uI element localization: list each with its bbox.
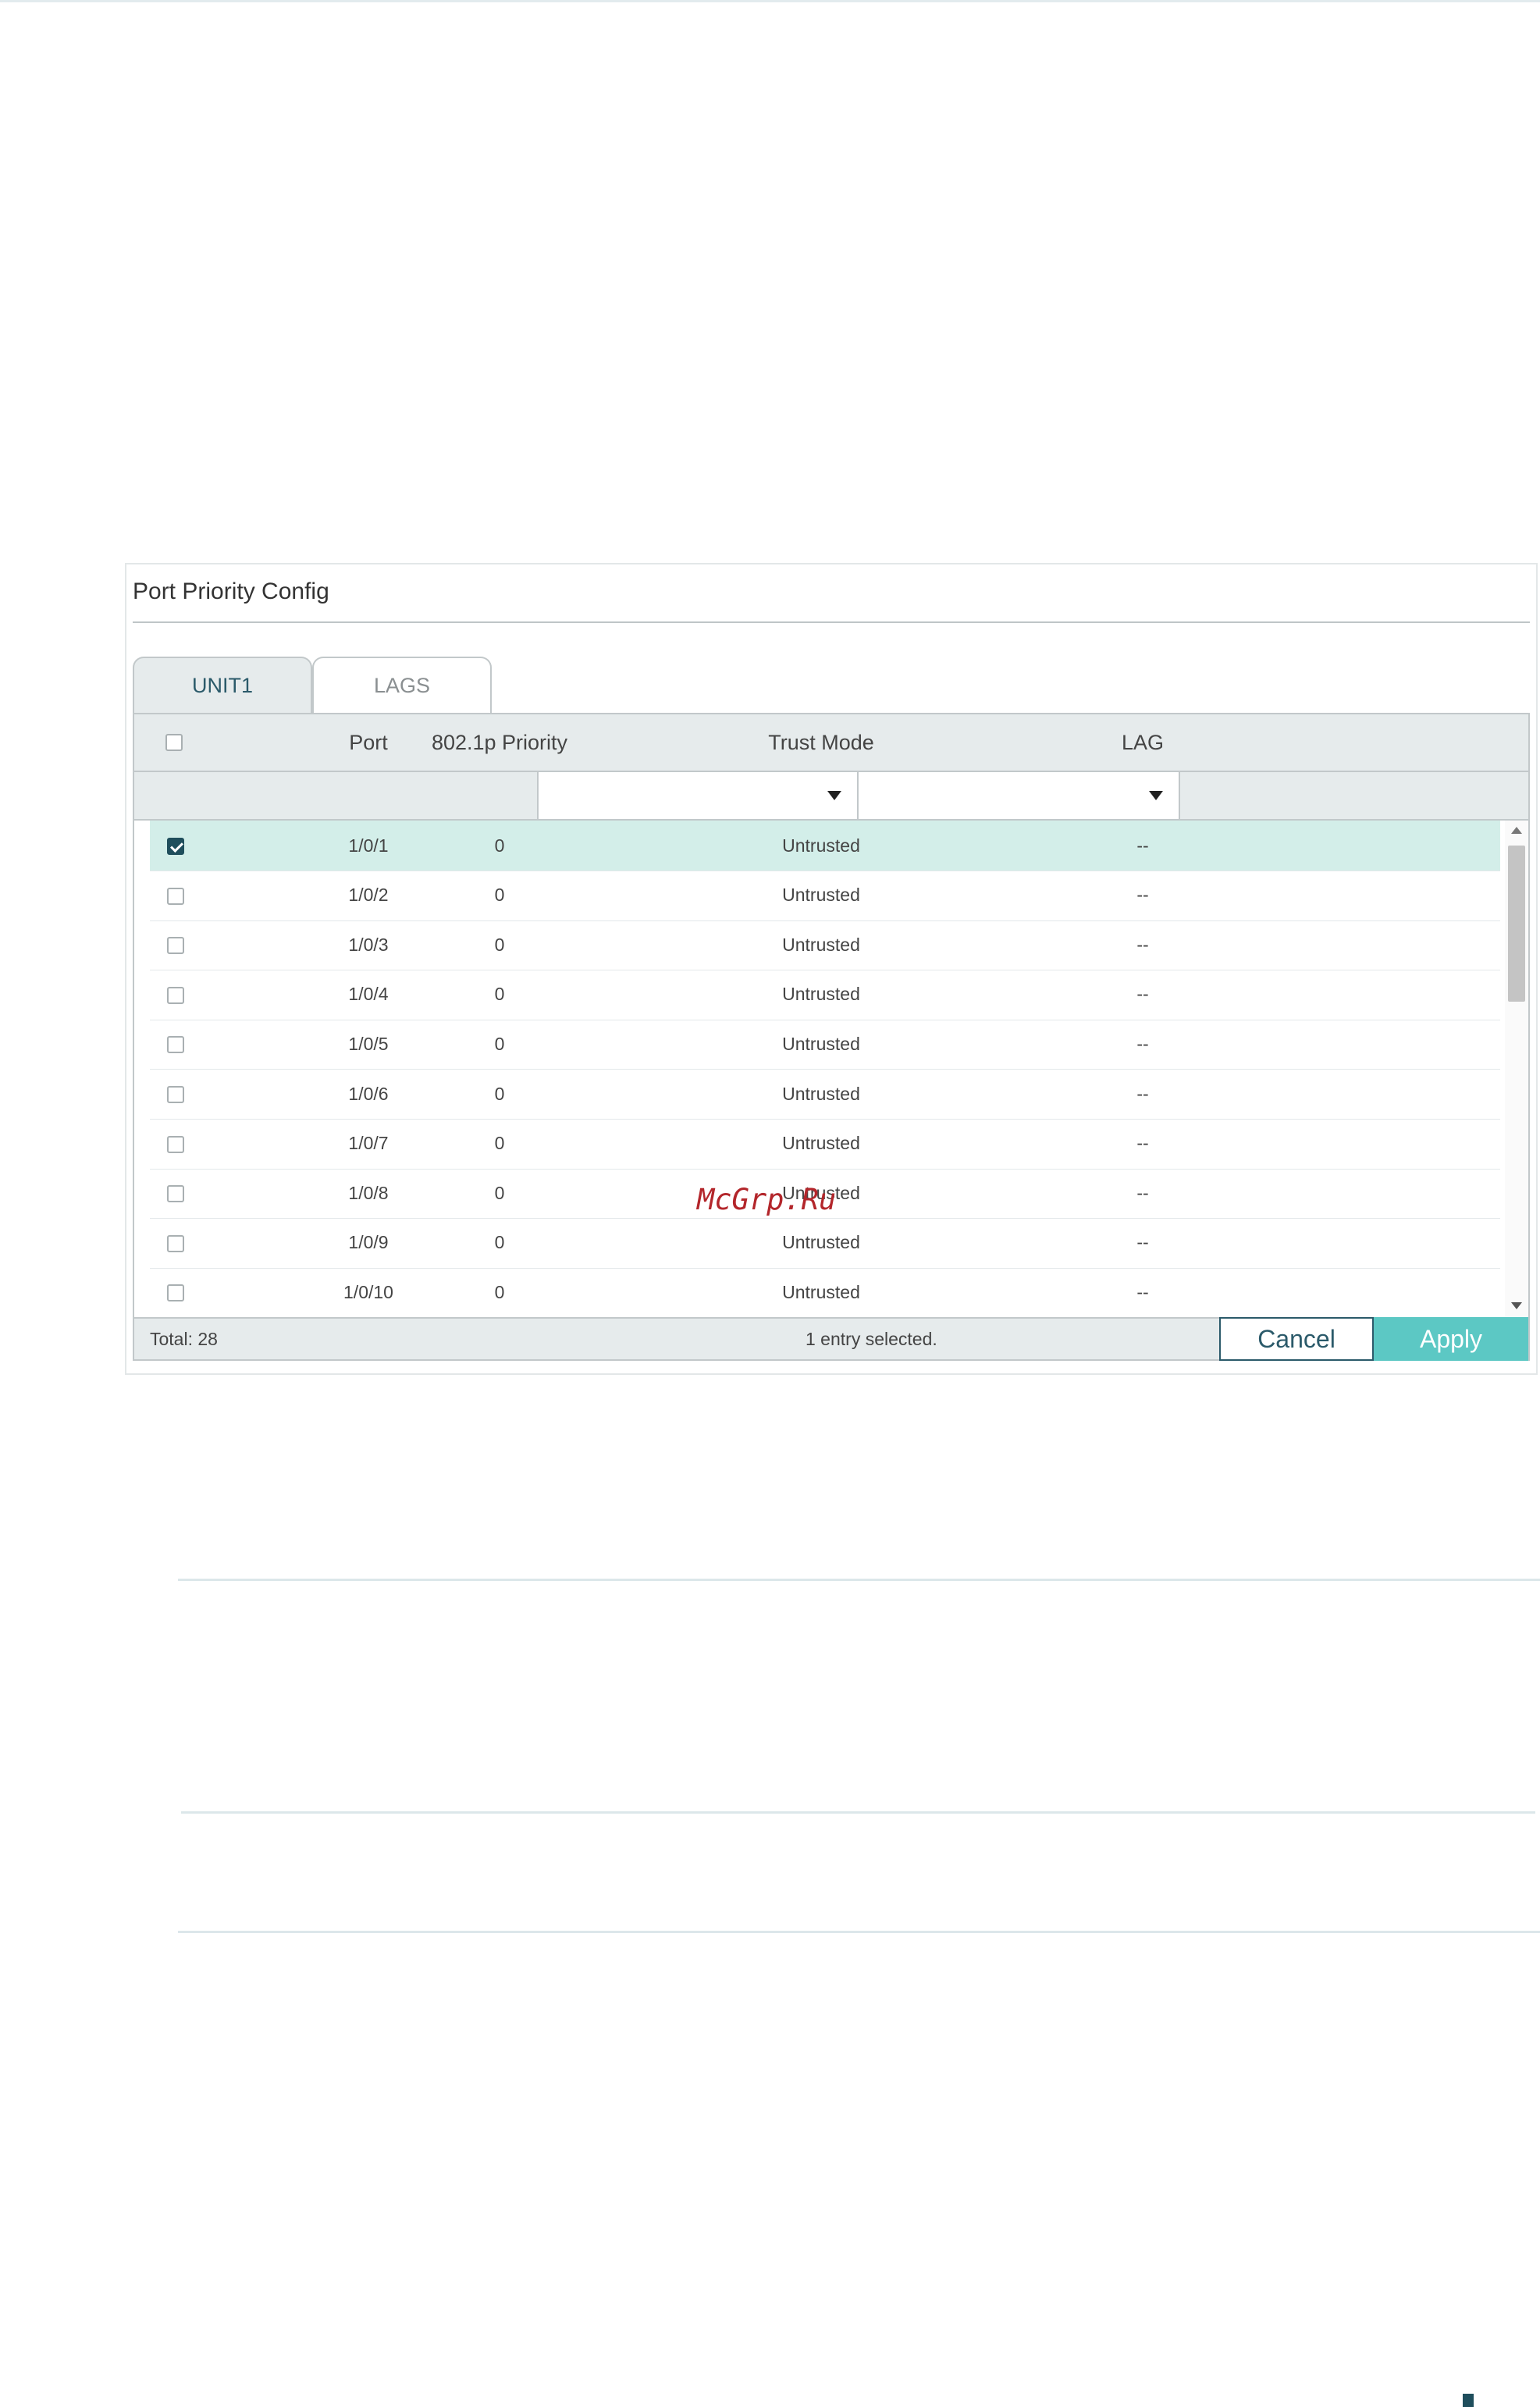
cancel-button[interactable]: Cancel [1219,1317,1374,1361]
table-body: 1/0/1 0 Untrusted -- 1/0/2 0 Untrusted -- 1/0/3 0… [150,821,1500,1317]
priority-filter-select[interactable] [537,772,859,819]
priority-cell: 0 [494,1083,505,1104]
trust-mode-cell: Untrusted [782,1083,860,1104]
table-row[interactable]: 1/0/9 0 Untrusted -- [150,1218,1500,1269]
lag-cell: -- [1136,1232,1149,1253]
trust-mode-cell: Untrusted [782,885,860,906]
total-count: Total: 28 [150,1328,218,1349]
row-checkbox[interactable] [167,1234,184,1252]
table-row[interactable]: 1/0/3 0 Untrusted -- [150,920,1500,971]
priority-cell: 0 [494,885,505,906]
scroll-thumb[interactable] [1508,846,1525,1002]
table-scrollbar[interactable] [1505,821,1528,1317]
top-divider [0,0,1540,2]
table-row[interactable]: 1/0/7 0 Untrusted -- [150,1119,1500,1170]
port-priority-config-panel: Port Priority Config UNIT1 LAGS Port 802… [125,563,1538,1375]
trust-mode-cell: Untrusted [782,984,860,1005]
row-checkbox[interactable] [167,937,184,955]
scroll-up-arrow-icon[interactable] [1511,827,1522,834]
table-row[interactable]: 1/0/6 0 Untrusted -- [150,1069,1500,1120]
filter-row [134,772,1528,821]
port-table: Port 802.1p Priority Trust Mode LAG 1/0/… [133,713,1530,1361]
row-checkbox[interactable] [167,1036,184,1054]
selection-status: 1 entry selected. [806,1328,937,1349]
row-checkbox[interactable] [167,1185,184,1203]
trust-mode-filter-select[interactable] [859,772,1180,819]
dropdown-arrow-icon [1149,791,1163,800]
row-checkbox[interactable] [167,986,184,1004]
priority-cell: 0 [494,984,505,1005]
tab-lags[interactable]: LAGS [312,657,492,713]
table-row[interactable]: 1/0/1 0 Untrusted -- [150,821,1500,871]
table-row[interactable]: 1/0/10 0 Untrusted -- [150,1267,1500,1317]
column-header-lag[interactable]: LAG [982,714,1303,771]
scroll-down-arrow-icon[interactable] [1511,1302,1522,1309]
lag-cell: -- [1136,1033,1149,1054]
lag-cell: -- [1136,1281,1149,1302]
lag-cell: -- [1136,1182,1149,1203]
row-checkbox[interactable] [167,1135,184,1153]
lag-cell: -- [1136,885,1149,906]
row-checkbox[interactable] [167,1086,184,1103]
trust-mode-cell: Untrusted [782,934,860,955]
priority-cell: 0 [494,1281,505,1302]
apply-button[interactable]: Apply [1374,1317,1528,1361]
lag-cell: -- [1136,1083,1149,1104]
trust-mode-cell: Untrusted [782,1281,860,1302]
priority-cell: 0 [494,1133,505,1154]
row-checkbox[interactable] [167,887,184,905]
dropdown-arrow-icon [827,791,841,800]
table-row[interactable]: 1/0/4 0 Untrusted -- [150,970,1500,1020]
table-row[interactable]: 1/0/5 0 Untrusted -- [150,1019,1500,1070]
priority-cell: 0 [494,934,505,955]
trust-mode-cell: Untrusted [782,1033,860,1054]
section-divider [181,1811,1535,1814]
tab-unit1[interactable]: UNIT1 [133,657,312,713]
trust-mode-cell: Untrusted [782,835,860,856]
table-header: Port 802.1p Priority Trust Mode LAG [134,714,1528,772]
select-all-checkbox[interactable] [165,734,183,751]
section-divider [178,1579,1540,1581]
title-divider [133,621,1530,623]
panel-title: Port Priority Config [133,579,329,604]
table-row[interactable]: 1/0/2 0 Untrusted -- [150,871,1500,921]
row-checkbox[interactable] [167,838,184,855]
lag-cell: -- [1136,934,1149,955]
watermark-text: McGrp.Ru [697,1183,837,1216]
lag-cell: -- [1136,984,1149,1005]
trust-mode-cell: Untrusted [782,1133,860,1154]
table-footer: Total: 28 1 entry selected. Cancel Apply [134,1317,1528,1361]
section-divider [178,1931,1540,1933]
priority-cell: 0 [494,1232,505,1253]
column-header-trust-mode[interactable]: Trust Mode [660,714,982,771]
priority-cell: 0 [494,1033,505,1054]
priority-cell: 0 [494,1182,505,1203]
lag-cell: -- [1136,1133,1149,1154]
priority-cell: 0 [494,835,505,856]
column-header-priority[interactable]: 802.1p Priority [339,714,660,771]
lag-cell: -- [1136,835,1149,856]
row-checkbox[interactable] [167,1284,184,1302]
trust-mode-cell: Untrusted [782,1232,860,1253]
page-corner-mark [1463,2394,1474,2407]
